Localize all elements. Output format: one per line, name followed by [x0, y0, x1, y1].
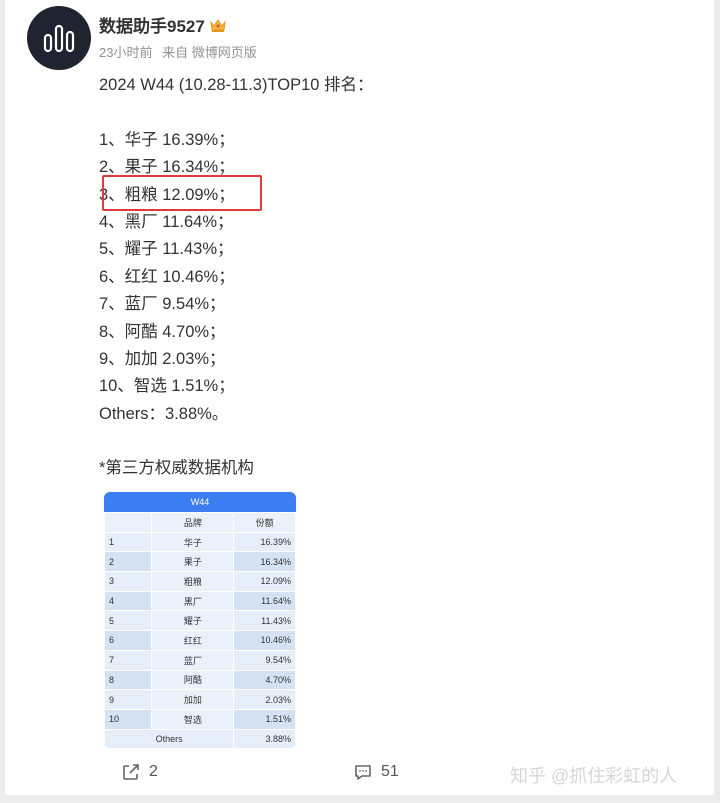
table-cell-brand: 红红 [151, 630, 235, 651]
table-cell-brand: 黑厂 [151, 590, 235, 612]
table-cell-brand: 智选 [151, 708, 235, 730]
post-source: 来自 微博网页版 [162, 45, 257, 60]
ranking-line: 4、黑厂 11.64%； [99, 212, 234, 231]
post-image-table[interactable]: W44 品牌 份额 1 华子 16.39% 2 果子 16.34% 3 粗粮 1… [104, 492, 296, 748]
post-footer: 2 51 知乎 @抓住彩虹的人 [5, 760, 714, 790]
table-cell-share: 16.34% [233, 551, 296, 573]
table-cell-rank: 3 [104, 571, 153, 592]
table-cell-rank: 9 [104, 689, 153, 710]
table-cell-rank: 5 [104, 610, 153, 632]
table-row: 10 智选 1.51% [104, 708, 296, 730]
avatar[interactable] [27, 6, 91, 70]
share-table: 品牌 份额 1 华子 16.39% 2 果子 16.34% 3 粗粮 12.09… [104, 512, 296, 748]
table-cell-share: 1.51% [233, 708, 296, 730]
watermark: 知乎 @抓住彩虹的人 [510, 766, 678, 786]
post-time[interactable]: 23小时前 [99, 45, 152, 60]
table-cell-brand: 耀子 [151, 610, 235, 632]
author-name[interactable]: 数据助手9527 [99, 12, 205, 37]
table-header-share: 份额 [233, 512, 296, 533]
ranking-line: 8、阿酷 4.70%； [99, 322, 226, 341]
table-row: 8 阿酷 4.70% [104, 669, 296, 691]
table-row: 7 蓝厂 9.54% [104, 649, 296, 671]
table-cell-rank: 2 [104, 551, 153, 573]
table-cell-others-value: 3.88% [233, 728, 296, 748]
table-row: 1 华子 16.39% [104, 531, 296, 553]
table-cell-rank: 1 [104, 531, 153, 553]
ranking-line: 1、华子 16.39%； [99, 130, 235, 149]
table-row: 4 黑厂 11.64% [104, 590, 296, 612]
table-cell-rank: 4 [104, 590, 153, 612]
table-row-others: Others 3.88% [104, 728, 296, 748]
comment-button[interactable]: 51 [353, 762, 399, 782]
table-cell-others-label: Others [104, 728, 235, 748]
table-cell-rank: 8 [104, 669, 153, 691]
table-row: 5 耀子 11.43% [104, 610, 296, 632]
table-row: 9 加加 2.03% [104, 689, 296, 710]
comment-count: 51 [381, 763, 399, 780]
ranking-line: 5、耀子 11.43%； [99, 240, 234, 259]
table-row: 6 红红 10.46% [104, 630, 296, 651]
table-header-rank [104, 512, 153, 533]
ranking-line: 7、蓝厂 9.54%； [99, 295, 226, 314]
table-cell-share: 4.70% [233, 669, 296, 691]
table-cell-share: 10.46% [233, 630, 296, 651]
post-note: *第三方权威数据机构 [99, 459, 254, 478]
comment-icon [355, 765, 371, 780]
table-cell-rank: 6 [104, 630, 153, 651]
bar-chart-logo-icon [43, 24, 75, 53]
post-body: 2024 W44 (10.28-11.3)TOP10 排名： 1、华子 16.3… [99, 72, 679, 483]
table-cell-rank: 7 [104, 649, 153, 671]
ranking-line: 10、智选 1.51%； [99, 377, 235, 396]
table-header-brand: 品牌 [151, 512, 235, 533]
post-heading: 2024 W44 (10.28-11.3)TOP10 排名： [99, 76, 374, 94]
table-cell-brand: 粗粮 [151, 571, 235, 592]
table-cell-brand: 阿酷 [151, 669, 235, 691]
share-button[interactable]: 2 [121, 762, 158, 782]
table-cell-share: 12.09% [233, 571, 296, 592]
table-row: 3 粗粮 12.09% [104, 571, 296, 592]
weibo-post-card: 数据助手9527 23小时前 来自 微博网页版 2024 W44 (10.28-… [5, 0, 714, 795]
table-cell-brand: 加加 [151, 689, 235, 710]
table-title: W44 [104, 492, 296, 512]
crown-icon [210, 18, 226, 32]
table-cell-brand: 果子 [151, 551, 235, 573]
table-cell-share: 2.03% [233, 689, 296, 710]
share-count: 2 [149, 763, 158, 780]
post-author[interactable]: 数据助手9527 [99, 12, 227, 37]
post-meta: 23小时前 来自 微博网页版 [99, 42, 263, 61]
table-cell-brand: 蓝厂 [151, 649, 235, 671]
table-header-row: 品牌 份额 [104, 512, 296, 533]
table-cell-share: 11.64% [233, 590, 296, 612]
table-cell-brand: 华子 [151, 531, 235, 553]
ranking-line: 9、加加 2.03%； [99, 349, 226, 368]
table-row: 2 果子 16.34% [104, 551, 296, 573]
ranking-line: Others：3.88%。 [99, 404, 229, 423]
highlight-annotation [102, 175, 262, 211]
table-cell-rank: 10 [104, 708, 153, 730]
table-cell-share: 11.43% [233, 610, 296, 632]
share-icon [123, 764, 139, 780]
ranking-line: 6、红红 10.46%； [99, 267, 235, 286]
table-cell-share: 16.39% [233, 531, 296, 553]
table-cell-share: 9.54% [233, 649, 296, 671]
